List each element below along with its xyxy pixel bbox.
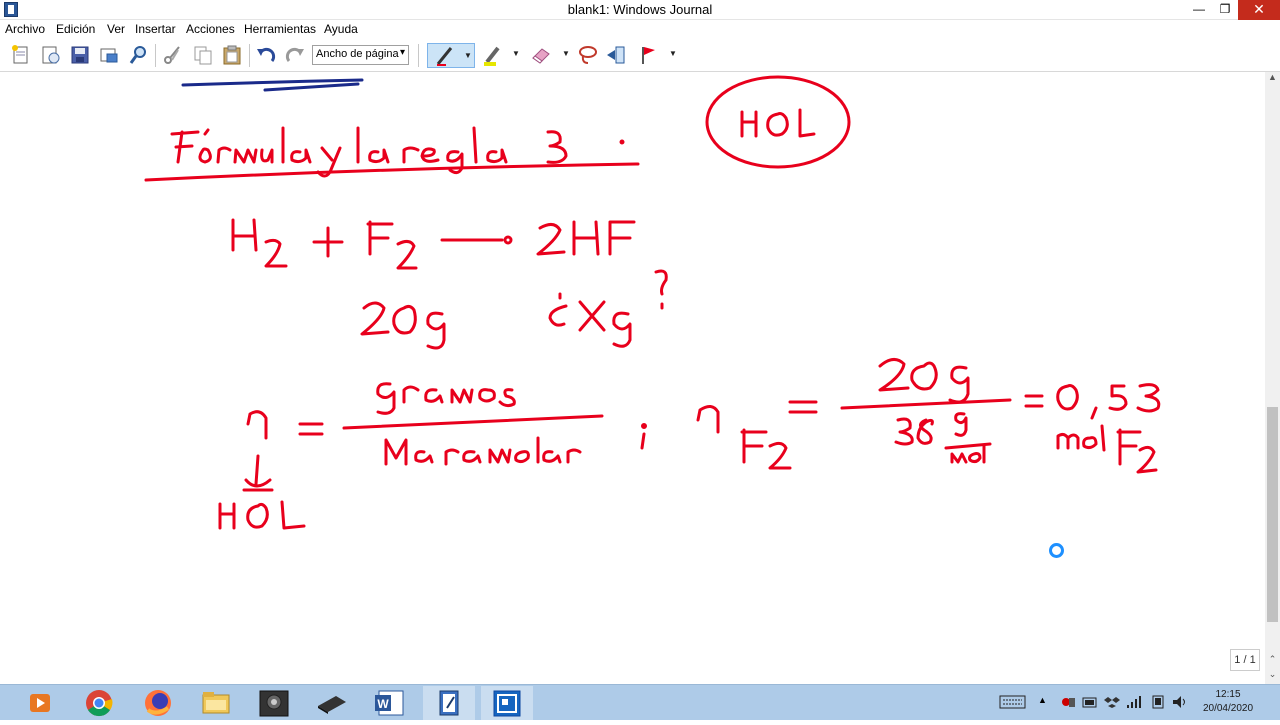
eraser-icon[interactable]: [530, 44, 552, 66]
system-clock[interactable]: 12:15 20/04/2020: [1198, 688, 1258, 716]
device-icon[interactable]: [1150, 695, 1166, 709]
page-down-icon[interactable]: ⌄: [1265, 669, 1280, 684]
dropbox-icon[interactable]: [1104, 695, 1120, 709]
lasso-select-icon[interactable]: [577, 44, 599, 66]
clock-time: 12:15: [1215, 689, 1241, 700]
show-hidden-icons[interactable]: ▲: [1038, 695, 1048, 709]
file-explorer-icon[interactable]: [190, 686, 242, 720]
cut-icon[interactable]: [162, 44, 184, 66]
menu-ver[interactable]: Ver: [107, 22, 125, 36]
zoom-select[interactable]: Ancho de página ▾: [312, 45, 409, 65]
tablet-app-icon[interactable]: [306, 686, 358, 720]
menu-insertar[interactable]: Insertar: [135, 22, 176, 36]
taskbar: W ▲ 12:15 20/04/2020: [0, 684, 1280, 720]
chrome-icon[interactable]: [73, 686, 125, 720]
tray-app-icon[interactable]: [1060, 695, 1076, 709]
keyboard-icon[interactable]: [999, 695, 1026, 709]
flag-icon[interactable]: [638, 44, 660, 66]
menu-ayuda[interactable]: Ayuda: [324, 22, 358, 36]
send-mail-icon[interactable]: [98, 44, 120, 66]
chevron-down-icon[interactable]: ▼: [512, 49, 520, 58]
word-icon[interactable]: W: [364, 686, 416, 720]
camera-app-icon[interactable]: [248, 686, 300, 720]
media-player-icon[interactable]: [14, 686, 66, 720]
page-up-icon[interactable]: ⌃: [1265, 654, 1280, 669]
copy-icon[interactable]: [192, 44, 214, 66]
toolbar-separator: [155, 44, 156, 67]
paste-icon[interactable]: [221, 44, 243, 66]
highlighter-icon[interactable]: [482, 44, 504, 66]
note-canvas[interactable]: [0, 72, 1265, 684]
menu-archivo[interactable]: Archivo: [5, 22, 45, 36]
zoom-value: Ancho de página: [316, 48, 399, 60]
pen-icon: [436, 47, 453, 66]
pen-cursor: [1049, 543, 1064, 558]
menu-edicion[interactable]: Edición: [56, 22, 95, 36]
toolbar-separator: [249, 44, 250, 67]
firefox-icon[interactable]: [132, 686, 184, 720]
chevron-down-icon[interactable]: ▼: [669, 49, 677, 58]
scroll-up-arrow[interactable]: ▲: [1265, 72, 1280, 87]
clock-date: 20/04/2020: [1202, 703, 1254, 714]
page-indicator: 1 / 1: [1230, 649, 1260, 671]
toolbar-separator: [418, 44, 419, 67]
chevron-down-icon[interactable]: ▼: [562, 49, 570, 58]
scrollbar-thumb[interactable]: [1267, 407, 1278, 622]
chevron-down-icon: ▾: [399, 47, 405, 58]
save-icon[interactable]: [69, 44, 91, 66]
new-note-icon[interactable]: [10, 44, 32, 66]
undo-icon[interactable]: [255, 44, 277, 66]
snipping-tool-icon[interactable]: [481, 686, 533, 720]
title-bar: blank1: Windows Journal — ❐ ✕: [0, 0, 1280, 20]
open-note-icon[interactable]: [40, 44, 62, 66]
network-icon[interactable]: [1126, 695, 1142, 709]
close-button[interactable]: ✕: [1238, 0, 1280, 20]
windows-journal-task-icon[interactable]: [423, 686, 475, 720]
svg-text:W: W: [377, 697, 389, 711]
pen-tool-button[interactable]: ▼: [427, 43, 475, 68]
volume-icon[interactable]: [1172, 695, 1188, 709]
window-title: blank1: Windows Journal: [567, 2, 713, 17]
chevron-down-icon[interactable]: ▼: [464, 51, 472, 60]
handwriting-ink: [144, 75, 1161, 530]
insert-space-icon[interactable]: [605, 44, 627, 66]
restore-button[interactable]: ❐: [1210, 0, 1240, 20]
battery-icon[interactable]: [1082, 695, 1098, 709]
find-icon[interactable]: [128, 44, 150, 66]
menu-herramientas[interactable]: Herramientas: [244, 22, 316, 36]
menu-bar: Archivo Edición Ver Insertar Acciones He…: [0, 20, 1280, 39]
menu-acciones[interactable]: Acciones: [186, 22, 235, 36]
redo-icon[interactable]: [284, 44, 306, 66]
toolbar: Ancho de página ▾ ▼ ▼ ▼ ▼: [0, 39, 1280, 72]
